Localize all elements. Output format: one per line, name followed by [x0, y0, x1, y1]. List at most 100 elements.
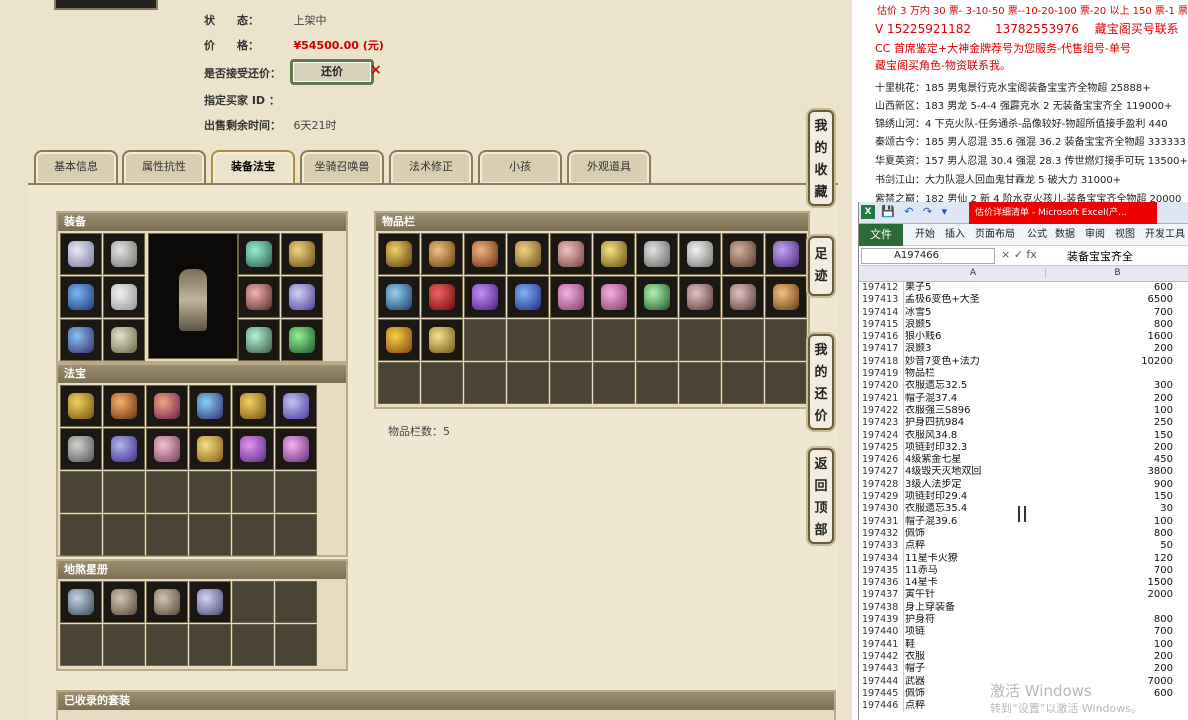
equip-slot[interactable]: [238, 276, 280, 318]
cell-b[interactable]: 100: [1045, 405, 1173, 417]
sheet-row[interactable]: 197412 果子5 600: [859, 282, 1188, 294]
inventory-slot[interactable]: [378, 276, 420, 318]
inventory-slot[interactable]: [421, 319, 463, 361]
sheet-row[interactable]: 197414 冰雪5 700: [859, 307, 1188, 319]
disha-card[interactable]: [189, 581, 231, 623]
inventory-slot[interactable]: [722, 233, 764, 275]
sheet-row[interactable]: 197419 物品栏: [859, 368, 1188, 380]
tab-equipment[interactable]: 装备法宝: [211, 150, 295, 184]
cell-a[interactable]: 4级毁天灭地双回: [905, 466, 1045, 478]
inventory-slot[interactable]: [378, 233, 420, 275]
disha-card[interactable]: [60, 581, 102, 623]
fabao-slot[interactable]: [103, 428, 145, 470]
cell-a[interactable]: 项链封印29.4: [905, 491, 1045, 503]
cell-b[interactable]: 30: [1045, 503, 1173, 515]
sheet-row[interactable]: 197439 护身符 800: [859, 614, 1188, 626]
tab-attributes[interactable]: 属性抗性: [122, 150, 206, 184]
sheet-row[interactable]: 197432 佩饰 800: [859, 528, 1188, 540]
cell-a[interactable]: 狼小贱6: [905, 331, 1045, 343]
equip-slot[interactable]: [238, 233, 280, 275]
cell-a[interactable]: 物品栏: [905, 368, 1045, 380]
cell-a[interactable]: 14星卡: [905, 577, 1045, 589]
fabao-slot[interactable]: [275, 385, 317, 427]
cell-a[interactable]: 帽子: [905, 663, 1045, 675]
tab-children[interactable]: 小孩: [478, 150, 562, 184]
cell-a[interactable]: 衣服遗忘32.5: [905, 380, 1045, 392]
inventory-slot[interactable]: [593, 276, 635, 318]
equip-slot[interactable]: [238, 319, 280, 361]
ribbon-tab-data[interactable]: 数据: [1055, 224, 1075, 246]
name-box[interactable]: A197466: [861, 248, 995, 264]
sheet-row[interactable]: 197426 4级紫金七星 450: [859, 454, 1188, 466]
cell-a[interactable]: 衣服风34.8: [905, 430, 1045, 442]
equip-slot[interactable]: [281, 276, 323, 318]
sheet-row[interactable]: 197427 4级毁天灭地双回 3800: [859, 466, 1188, 478]
ribbon-tab-view[interactable]: 视图: [1115, 224, 1135, 246]
sheet-row[interactable]: 197418 妙音7变色+法力 10200: [859, 356, 1188, 368]
inventory-slot[interactable]: [593, 233, 635, 275]
cell-a[interactable]: 衣服强三S896: [905, 405, 1045, 417]
cell-a[interactable]: 果子5: [905, 282, 1045, 294]
footprints-button[interactable]: 足 迹: [808, 236, 834, 296]
tab-basic-info[interactable]: 基本信息: [34, 150, 118, 184]
disha-card[interactable]: [103, 581, 145, 623]
excel-app-icon[interactable]: X: [861, 205, 875, 219]
sheet-row[interactable]: 197433 点粹 50: [859, 540, 1188, 552]
cell-a[interactable]: 身上穿装备: [905, 602, 1045, 614]
cell-a[interactable]: 4级紫金七星: [905, 454, 1045, 466]
inventory-slot[interactable]: [378, 319, 420, 361]
cell-b[interactable]: 200: [1045, 651, 1173, 663]
sheet-row[interactable]: 197436 14星卡 1500: [859, 577, 1188, 589]
sheet-row[interactable]: 197420 衣服遗忘32.5 300: [859, 380, 1188, 392]
sheet-row[interactable]: 197441 鞋 100: [859, 639, 1188, 651]
equip-slot[interactable]: [103, 233, 145, 275]
inventory-slot[interactable]: [550, 276, 592, 318]
ribbon-tab-page-layout[interactable]: 页面布局: [975, 224, 1015, 246]
fabao-slot[interactable]: [189, 428, 231, 470]
cell-a[interactable]: 11星卡火獠: [905, 553, 1045, 565]
cell-a[interactable]: 妙音7变色+法力: [905, 356, 1045, 368]
inventory-slot[interactable]: [507, 276, 549, 318]
cell-b[interactable]: 120: [1045, 553, 1173, 565]
cell-b[interactable]: 800: [1045, 614, 1173, 626]
back-to-top-button[interactable]: 返 回 顶 部: [808, 448, 834, 544]
cell-b[interactable]: 150: [1045, 491, 1173, 503]
tab-appearance[interactable]: 外观道具: [567, 150, 651, 184]
cell-a[interactable]: 衣服: [905, 651, 1045, 663]
cell-b[interactable]: 200: [1045, 343, 1173, 355]
formula-symbols[interactable]: × ✓ fx: [1001, 248, 1037, 261]
sheet-row[interactable]: 197421 帽子混37.4 200: [859, 393, 1188, 405]
cell-b[interactable]: 3800: [1045, 466, 1173, 478]
cell-a[interactable]: 鞋: [905, 639, 1045, 651]
sheet-row[interactable]: 197424 衣服风34.8 150: [859, 430, 1188, 442]
cell-b[interactable]: 800: [1045, 319, 1173, 331]
cell-b[interactable]: 900: [1045, 479, 1173, 491]
equip-slot[interactable]: [60, 319, 102, 361]
tab-mounts-pets[interactable]: 坐骑召唤兽: [300, 150, 384, 184]
fabao-slot[interactable]: [275, 428, 317, 470]
tab-spell-mod[interactable]: 法术修正: [389, 150, 473, 184]
equip-slot[interactable]: [60, 233, 102, 275]
fabao-slot[interactable]: [232, 428, 274, 470]
inventory-slot[interactable]: [765, 233, 807, 275]
sheet-row[interactable]: 197437 寅午针 2000: [859, 589, 1188, 601]
cell-a[interactable]: 项链封印32.3: [905, 442, 1045, 454]
cell-a[interactable]: 浪颞3: [905, 343, 1045, 355]
inventory-slot[interactable]: [636, 276, 678, 318]
inventory-slot[interactable]: [679, 276, 721, 318]
cell-b[interactable]: 150: [1045, 430, 1173, 442]
equip-slot[interactable]: [60, 276, 102, 318]
cell-b[interactable]: 200: [1045, 663, 1173, 675]
my-offers-button[interactable]: 我 的 还 价: [808, 334, 834, 430]
sheet-row[interactable]: 197415 浪颞5 800: [859, 319, 1188, 331]
cell-b[interactable]: 1600: [1045, 331, 1173, 343]
cell-b[interactable]: 100: [1045, 639, 1173, 651]
sheet-row[interactable]: 197413 孟极6变色+大圣 6500: [859, 294, 1188, 306]
fabao-slot[interactable]: [60, 385, 102, 427]
sheet-row[interactable]: 197422 衣服强三S896 100: [859, 405, 1188, 417]
ribbon-tab-home[interactable]: 开始: [915, 224, 935, 246]
fabao-slot[interactable]: [146, 428, 188, 470]
column-header-b[interactable]: B: [1045, 268, 1188, 278]
inventory-slot[interactable]: [722, 276, 764, 318]
sheet-row[interactable]: 197443 帽子 200: [859, 663, 1188, 675]
